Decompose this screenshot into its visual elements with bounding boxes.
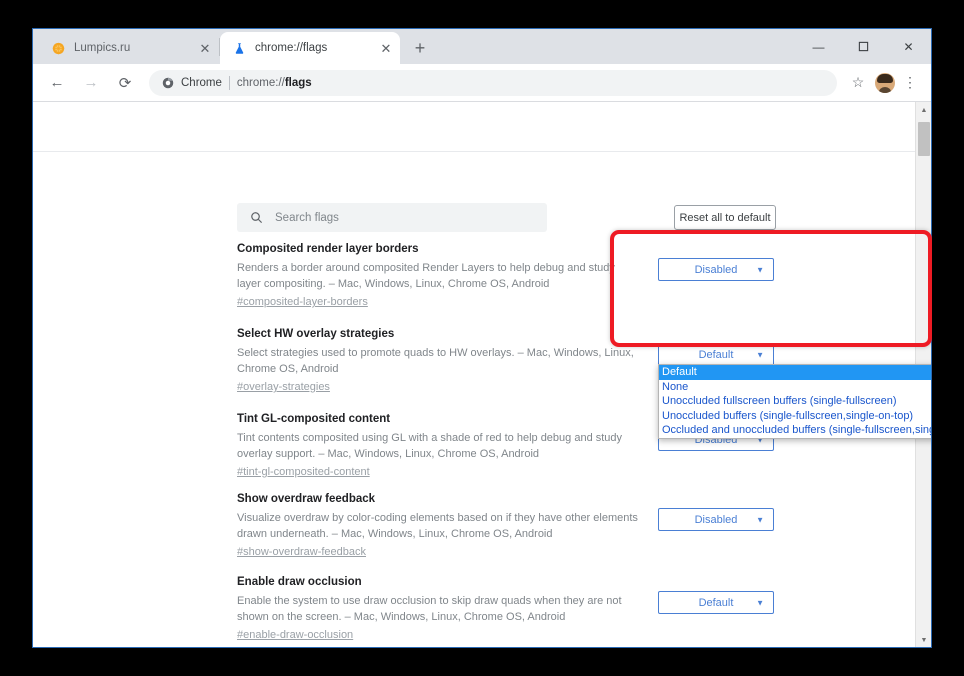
flag-row: Composited render layer borders Renders …	[33, 242, 916, 327]
close-icon[interactable]: ✕	[197, 40, 213, 56]
url-prefix: chrome://	[236, 76, 285, 89]
scroll-down-icon[interactable]: ▼	[916, 632, 931, 647]
flag-select-value: Default	[698, 348, 734, 361]
flag-description: Renders a border around composited Rende…	[237, 262, 615, 290]
browser-window: Lumpics.ru ✕ chrome://flags ✕ + — ✕ ← → …	[32, 28, 932, 648]
flag-description: Enable the system to use draw occlusion …	[237, 595, 622, 623]
flags-list: Composited render layer borders Renders …	[33, 242, 916, 647]
flask-icon	[231, 40, 247, 56]
flag-select[interactable]: Disabled ▼	[658, 258, 774, 281]
dropdown-option[interactable]: None	[659, 380, 931, 395]
flag-name: Select HW overlay strategies	[237, 328, 395, 340]
chevron-down-icon: ▼	[756, 350, 764, 359]
new-tab-button[interactable]: +	[406, 34, 434, 62]
overlay-strategies-dropdown-popup[interactable]: Default None Unoccluded fullscreen buffe…	[658, 364, 931, 439]
flag-select-value: Default	[698, 596, 734, 609]
chrome-logo-icon	[161, 76, 175, 90]
menu-kebab-icon[interactable]: ⋮	[897, 70, 923, 96]
chevron-down-icon: ▼	[756, 515, 764, 524]
tab-title: chrome://flags	[255, 42, 328, 54]
tab-chrome-flags[interactable]: chrome://flags ✕	[220, 32, 400, 64]
screenshot-root: Lumpics.ru ✕ chrome://flags ✕ + — ✕ ← → …	[0, 0, 964, 676]
close-window-button[interactable]: ✕	[886, 29, 931, 64]
flag-name: Composited render layer borders	[237, 243, 419, 255]
dropdown-option[interactable]: Occluded and unoccluded buffers (single-…	[659, 423, 931, 438]
flag-anchor-link[interactable]: #overlay-strategies	[237, 381, 330, 393]
bookmark-star-icon[interactable]: ☆	[845, 70, 871, 96]
flag-anchor-link[interactable]: #show-overdraw-feedback	[237, 546, 366, 558]
window-controls: — ✕	[796, 29, 931, 64]
reset-all-to-default-button[interactable]: Reset all to default	[674, 205, 776, 230]
scroll-up-icon[interactable]: ▲	[916, 102, 931, 118]
flag-anchor-link[interactable]: #composited-layer-borders	[237, 296, 368, 308]
flag-description: Tint contents composited using GL with a…	[237, 432, 623, 460]
search-icon	[249, 210, 264, 225]
flag-anchor-link[interactable]: #enable-draw-occlusion	[237, 629, 353, 641]
flag-select-open[interactable]: Default ▼	[658, 343, 774, 366]
flag-select-value: Disabled	[694, 263, 738, 276]
flag-name: Show overdraw feedback	[237, 493, 376, 505]
avatar[interactable]	[875, 72, 895, 93]
tab-strip: Lumpics.ru ✕ chrome://flags ✕ + — ✕	[33, 29, 931, 64]
chevron-down-icon: ▼	[756, 265, 764, 274]
globe-orange-icon	[50, 40, 66, 56]
flag-name: Enable draw occlusion	[237, 576, 362, 588]
omnibox-scheme-label: Chrome	[181, 76, 222, 89]
omnibox-divider	[228, 75, 230, 90]
search-placeholder: Search flags	[275, 211, 339, 224]
address-bar[interactable]: Chrome chrome://flags	[149, 69, 837, 96]
url-bold: flags	[284, 76, 312, 89]
flag-select[interactable]: Disabled ▼	[658, 508, 774, 531]
maximize-button[interactable]	[841, 29, 886, 64]
page-viewport: Search flags Reset all to default Compos…	[33, 102, 931, 647]
flag-description: Visualize overdraw by color-coding eleme…	[237, 512, 638, 540]
browser-toolbar: ← → ⟳ Chrome chrome://flags ☆ ⋮	[33, 64, 931, 102]
back-icon[interactable]: ←	[43, 69, 71, 97]
close-icon[interactable]: ✕	[378, 40, 394, 56]
search-input[interactable]: Search flags	[237, 203, 547, 232]
dropdown-option[interactable]: Unoccluded buffers (single-fullscreen,si…	[659, 409, 931, 424]
chevron-down-icon: ▼	[756, 598, 764, 607]
flag-description: Select strategies used to promote quads …	[237, 347, 634, 375]
scrollbar-thumb[interactable]	[918, 122, 930, 156]
search-row	[33, 102, 916, 152]
minimize-button[interactable]: —	[796, 29, 841, 64]
tab-lumpics[interactable]: Lumpics.ru ✕	[39, 32, 219, 64]
dropdown-option[interactable]: Default	[659, 365, 931, 380]
omnibox-url: chrome://flags	[237, 77, 312, 89]
flag-row: Show overdraw feedback Visualize overdra…	[33, 492, 916, 575]
reload-icon[interactable]: ⟳	[111, 69, 139, 97]
flag-row: Enable draw occlusion Enable the system …	[33, 575, 916, 647]
tab-title: Lumpics.ru	[74, 42, 131, 54]
flag-select-value: Disabled	[694, 513, 738, 526]
flag-anchor-link[interactable]: #tint-gl-composited-content	[237, 466, 370, 478]
flag-select[interactable]: Default ▼	[658, 591, 774, 614]
flags-page: Search flags Reset all to default Compos…	[33, 102, 931, 647]
forward-icon[interactable]: →	[77, 69, 105, 97]
dropdown-option[interactable]: Unoccluded fullscreen buffers (single-fu…	[659, 394, 931, 409]
